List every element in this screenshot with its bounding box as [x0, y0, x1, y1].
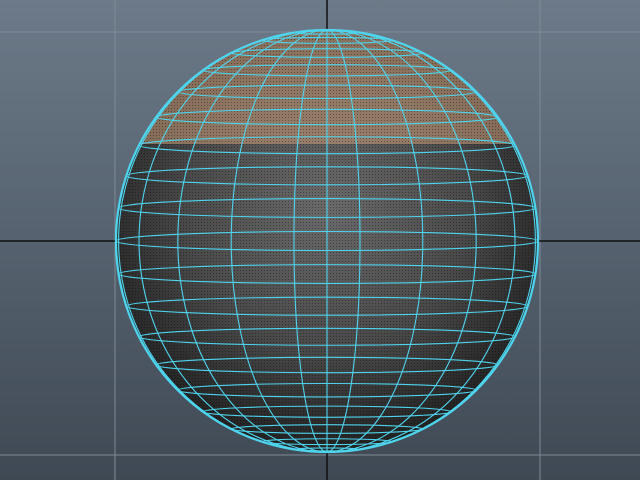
viewport-canvas[interactable]	[0, 0, 640, 480]
3d-viewport[interactable]	[0, 0, 640, 480]
